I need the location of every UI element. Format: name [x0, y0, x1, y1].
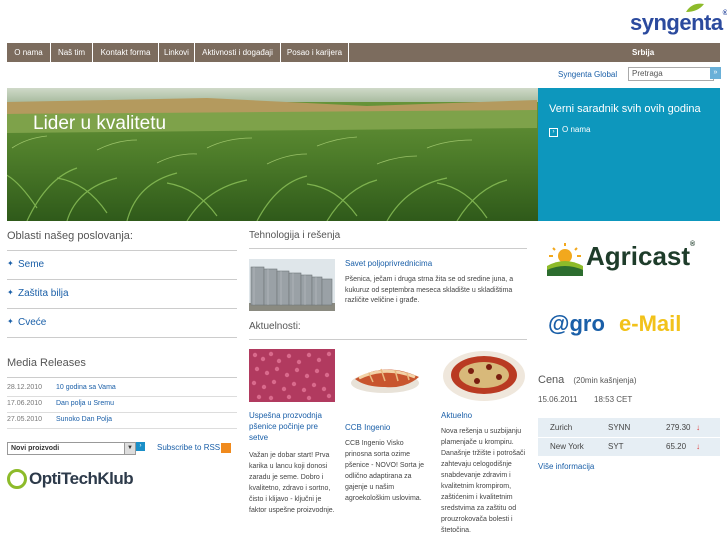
- release-title[interactable]: Sunoko Dan Polja: [56, 416, 112, 423]
- agricast-reg: ®: [690, 241, 696, 248]
- rss-link[interactable]: Subscribe to RSS: [157, 443, 220, 452]
- more-info-link[interactable]: Više informacija: [538, 462, 594, 471]
- release-date: 27.05.2010: [7, 416, 43, 423]
- email-prefix: @gro: [548, 311, 605, 336]
- optitech-label: OptiTechKlub: [29, 469, 134, 488]
- agricast-sun-icon: [547, 243, 583, 276]
- nav-item-o-nama[interactable]: O nama: [7, 43, 51, 62]
- area-item-seme[interactable]: ✦ Seme: [7, 251, 237, 280]
- area-item-zastita[interactable]: ✦ Zaštita bilja: [7, 280, 237, 309]
- divider: [249, 248, 527, 249]
- go-button[interactable]: ›: [136, 442, 145, 451]
- syngenta-global-link[interactable]: Syngenta Global: [558, 70, 617, 79]
- release-item[interactable]: 27.05.2010 Sunoko Dan Polja: [7, 413, 237, 429]
- area-label: Seme: [18, 259, 45, 270]
- tech-link[interactable]: Savet poljoprivrednicima: [345, 259, 432, 268]
- arrow-down-icon: ↓: [696, 442, 700, 451]
- divider: [249, 339, 527, 340]
- leaf-icon: [686, 3, 704, 12]
- price-label: Cena: [538, 374, 565, 386]
- news-item-body: Nova rešenja u suzbijanju plamenjače u k…: [441, 428, 526, 534]
- ring-icon: [7, 469, 27, 489]
- area-label: Zaštita bilja: [18, 288, 69, 299]
- bullet-icon: ✦: [7, 317, 14, 326]
- news-item-title[interactable]: CCB Ingenio: [345, 422, 431, 433]
- category-select[interactable]: Novi proizvodi ▼: [7, 442, 136, 455]
- region-label: Srbija: [632, 48, 655, 57]
- price-city: Zurich: [550, 423, 573, 432]
- price-time: 18:53 CET: [594, 395, 633, 404]
- news-item-body: Važan je dobar start! Prva karika u lanc…: [249, 452, 335, 514]
- optitech-logo[interactable]: OptiTechKlub: [7, 469, 134, 489]
- tech-text: Pšenica, ječam i druga strna žita se od …: [345, 276, 514, 304]
- nav-item-kontakt[interactable]: Kontakt forma: [93, 43, 159, 62]
- price-date: 15.06.2011: [538, 395, 578, 404]
- bread-image[interactable]: [345, 349, 431, 402]
- price-city: New York: [550, 442, 584, 451]
- news-item-title[interactable]: Uspešna prozvodnja pšenice počinje pre s…: [249, 410, 335, 443]
- nav-item-aktivnosti[interactable]: Aktivnosti i događaji: [195, 43, 281, 62]
- news-item-body: CCB Ingenio Visko prinosna sorta ozime p…: [345, 440, 424, 502]
- news-item-title[interactable]: Aktuelno: [441, 410, 527, 421]
- rss-icon[interactable]: [221, 443, 231, 453]
- email-suffix: e-Mail: [619, 311, 682, 336]
- price-subtitle: (20min kašnjenja): [573, 376, 637, 385]
- release-title[interactable]: 10 godina sa Vama: [56, 384, 116, 391]
- price-value: 279.30: [666, 423, 691, 432]
- release-item[interactable]: 17.06.2010 Dan polja u Sremu: [7, 397, 237, 413]
- tech-title: Tehnologija i rešenja: [249, 230, 341, 241]
- release-date: 17.06.2010: [7, 400, 43, 407]
- hero-title: Lider u kvalitetu: [33, 113, 167, 134]
- search-input[interactable]: Pretraga: [628, 67, 714, 81]
- promo-title: Verni saradnik svih ovih godina: [549, 103, 701, 115]
- bullet-icon: ✦: [7, 259, 14, 268]
- nav-item-linkovi[interactable]: Linkovi: [159, 43, 195, 62]
- hero-promo-panel: Verni saradnik svih ovih godina › O nama: [538, 88, 720, 221]
- price-title: Cena (20min kašnjenja): [538, 374, 637, 386]
- agricast-logo[interactable]: Agricast®: [586, 241, 695, 272]
- nav-item-nas-tim[interactable]: Naš tim: [51, 43, 93, 62]
- areas-title: Oblasti našeg poslovanja:: [7, 230, 133, 242]
- seeds-image[interactable]: [249, 349, 335, 402]
- syngenta-logo[interactable]: syngenta®: [630, 10, 727, 36]
- silo-image[interactable]: [249, 259, 335, 311]
- divider: [7, 377, 237, 378]
- arrow-box-icon: ›: [549, 128, 558, 137]
- bullet-icon: ✦: [7, 288, 14, 297]
- agro-email-logo[interactable]: @gro e-Mail: [548, 311, 681, 337]
- pizza-image[interactable]: [441, 349, 527, 402]
- promo-link-label: O nama: [562, 125, 591, 134]
- news-title: Aktuelnosti:: [249, 321, 301, 332]
- logo-text: syngenta: [630, 10, 723, 35]
- logo-reg: ®: [722, 10, 727, 17]
- price-row: Zurich SYNN 279.30 ↓: [538, 418, 720, 438]
- release-date: 28.12.2010: [7, 384, 43, 391]
- select-value: Novi proizvodi: [11, 445, 60, 452]
- search-button[interactable]: »: [710, 67, 721, 79]
- price-symbol: SYNN: [608, 423, 631, 432]
- arrow-down-icon: ↓: [696, 423, 700, 432]
- release-item[interactable]: 28.12.2010 10 godina sa Vama: [7, 381, 237, 397]
- main-nav: O nama Naš tim Kontakt forma Linkovi Akt…: [7, 43, 720, 62]
- price-value: 65.20: [666, 442, 687, 451]
- price-symbol: SYT: [608, 442, 624, 451]
- release-title[interactable]: Dan polja u Sremu: [56, 400, 114, 407]
- agricast-label: Agricast: [586, 241, 691, 271]
- promo-link[interactable]: › O nama: [549, 125, 590, 137]
- price-table: Zurich SYNN 279.30 ↓ New York SYT 65.20 …: [538, 418, 720, 456]
- nav-item-posao[interactable]: Posao i karijera: [281, 43, 349, 62]
- area-label: Cveće: [18, 317, 47, 328]
- price-row: New York SYT 65.20 ↓: [538, 437, 720, 456]
- chevron-down-icon: ▼: [124, 443, 135, 454]
- media-title: Media Releases: [7, 357, 86, 369]
- area-item-cvece[interactable]: ✦ Cveće: [7, 309, 237, 338]
